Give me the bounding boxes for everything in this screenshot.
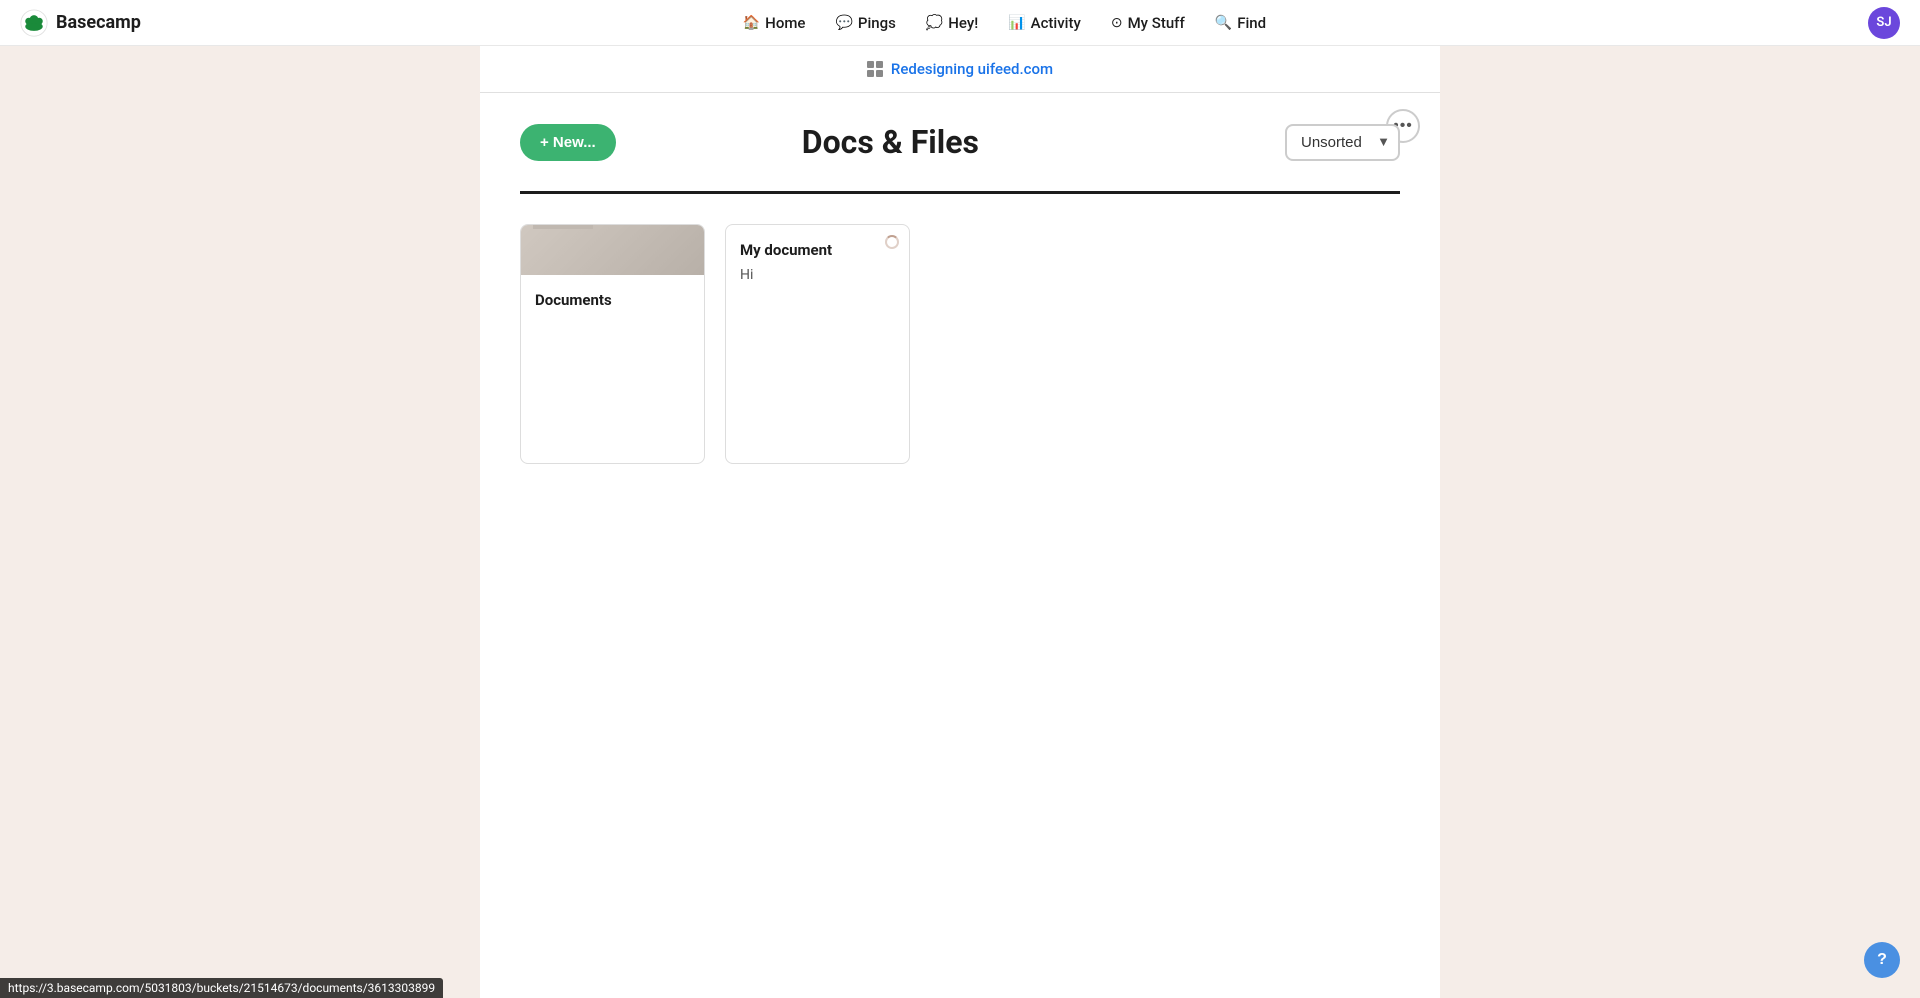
card-subtitle-mydoc: Hi bbox=[726, 267, 909, 283]
status-bar: https://3.basecamp.com/5031803/buckets/2… bbox=[0, 978, 443, 998]
activity-icon: 📊 bbox=[1008, 15, 1025, 31]
project-banner: Redesigning uifeed.com bbox=[480, 46, 1440, 93]
card-title-mydoc: My document bbox=[726, 225, 909, 267]
sort-wrapper: Unsorted By name By date By type ▼ bbox=[1285, 124, 1400, 161]
home-icon: 🏠 bbox=[743, 15, 760, 31]
sort-select[interactable]: Unsorted By name By date By type bbox=[1285, 124, 1400, 161]
page-header: + New... Docs & Files Unsorted By name B… bbox=[520, 123, 1400, 161]
nav-label-pings: Pings bbox=[858, 14, 896, 32]
cards-grid: Documents My document Hi bbox=[520, 224, 1400, 464]
folder-icon bbox=[521, 225, 704, 275]
nav-item-hey[interactable]: 💭 Hey! bbox=[914, 8, 990, 38]
basecamp-logo-icon bbox=[20, 9, 48, 37]
nav-label-hey: Hey! bbox=[948, 14, 978, 32]
pings-icon: 💬 bbox=[835, 15, 852, 31]
card-title-documents: Documents bbox=[521, 275, 704, 317]
mystuff-icon: ⊙ bbox=[1111, 15, 1123, 31]
project-link[interactable]: Redesigning uifeed.com bbox=[891, 60, 1053, 78]
nav-label-find: Find bbox=[1237, 14, 1266, 32]
find-icon: 🔍 bbox=[1215, 15, 1232, 31]
nav-label-home: Home bbox=[765, 14, 805, 32]
nav-item-find[interactable]: 🔍 Find bbox=[1203, 8, 1278, 38]
basecamp-logo[interactable]: Basecamp bbox=[20, 9, 141, 37]
nav-items: 🏠 Home 💬 Pings 💭 Hey! 📊 Activity ⊙ My St… bbox=[141, 8, 1868, 38]
main-wrapper: Redesigning uifeed.com ••• + New... Docs… bbox=[0, 46, 1920, 998]
nav-item-mystuff[interactable]: ⊙ My Stuff bbox=[1099, 8, 1197, 38]
content-panel: ••• + New... Docs & Files Unsorted By na… bbox=[480, 93, 1440, 998]
hey-icon: 💭 bbox=[926, 15, 943, 31]
loading-spinner-doc bbox=[885, 235, 899, 249]
nav-label-mystuff: My Stuff bbox=[1128, 14, 1185, 32]
logo-text: Basecamp bbox=[56, 12, 141, 33]
nav-item-activity[interactable]: 📊 Activity bbox=[996, 8, 1093, 38]
avatar-initials: SJ bbox=[1876, 15, 1891, 30]
documents-folder-card[interactable]: Documents bbox=[520, 224, 705, 464]
nav-label-activity: Activity bbox=[1031, 14, 1081, 32]
nav-item-home[interactable]: 🏠 Home bbox=[731, 8, 818, 38]
section-divider bbox=[520, 191, 1400, 194]
help-button[interactable]: ? bbox=[1864, 942, 1900, 978]
user-avatar[interactable]: SJ bbox=[1868, 7, 1900, 39]
top-navigation: Basecamp 🏠 Home 💬 Pings 💭 Hey! 📊 Activit… bbox=[0, 0, 1920, 46]
nav-item-pings[interactable]: 💬 Pings bbox=[823, 8, 907, 38]
page-title: Docs & Files bbox=[496, 123, 1285, 161]
my-document-card[interactable]: My document Hi bbox=[725, 224, 910, 464]
grid-icon bbox=[867, 61, 883, 77]
